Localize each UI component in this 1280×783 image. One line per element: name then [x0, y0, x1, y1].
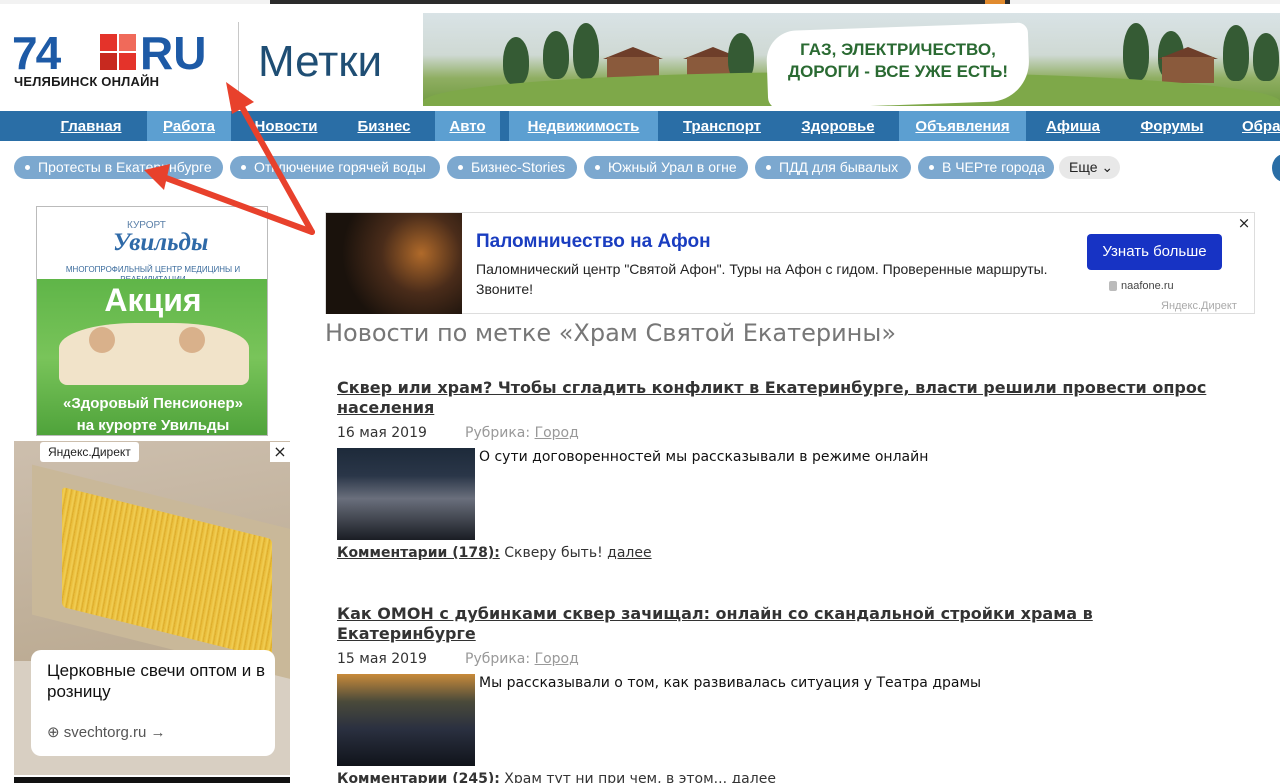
comments-link[interactable]: Комментарии (245): [337, 771, 500, 783]
ad-line-2: на курорте Увильды [76, 417, 230, 434]
ad-bottom-strip [14, 777, 290, 783]
nav-item-auto[interactable]: Авто [435, 111, 500, 141]
article-date: 15 мая 2019 [337, 651, 427, 667]
ad-promo: Акция [104, 282, 202, 318]
news-heading: Новости по метке «Храм Святой Екатерины» [325, 319, 897, 347]
more-link[interactable]: далее [732, 771, 776, 783]
tag-cherte[interactable]: В ЧЕРте города [918, 156, 1054, 179]
site-logo[interactable]: 74 RU ЧЕЛЯБИНСК ОНЛАЙН [12, 30, 222, 96]
logo-domain: RU [140, 27, 207, 79]
nav-item-education[interactable]: Обра [1232, 111, 1280, 141]
nav-item-health[interactable]: Здоровье [786, 111, 890, 141]
chevron-down-icon: ⌄ [1097, 159, 1114, 175]
direct-ad[interactable]: Паломничество на Афон Паломнический цент… [325, 212, 1255, 314]
nav-item-home[interactable]: Главная [44, 111, 138, 141]
article-image[interactable] [337, 448, 475, 540]
comments-link[interactable]: Комментарии (178): [337, 545, 500, 561]
ad-text: Паломнический центр "Святой Афон". Туры … [476, 261, 1048, 297]
rubric-link[interactable]: Город [535, 425, 579, 441]
article-lead: Мы рассказывали о том, как развивалась с… [479, 675, 982, 691]
page-title: Метки [258, 37, 383, 86]
tag-pdd[interactable]: ПДД для бывалых [755, 156, 911, 179]
link-globe-icon: ⊕ [47, 724, 64, 741]
uvildy-ad[interactable]: КУРОРТ Увильды МНОГОПРОФИЛЬНЫЙ ЦЕНТР МЕД… [36, 206, 268, 436]
ad-line-1: «Здоровый Пенсионер» [63, 395, 243, 412]
article-rubric: Рубрика: Город [465, 651, 579, 667]
logo-number: 74 [12, 27, 61, 79]
tag-protests[interactable]: Протесты в Екатеринбурге [14, 156, 223, 179]
article-rubric: Рубрика: Город [465, 425, 579, 441]
lock-icon [1109, 281, 1117, 291]
ad-domain[interactable]: naafone.ru [1121, 279, 1174, 293]
ad-network-label: Яндекс.Директ [1161, 300, 1237, 312]
ad-card-title: Церковные свечи оптом и в розницу [47, 661, 266, 701]
rubric-link[interactable]: Город [535, 651, 579, 667]
ad-card[interactable]: Церковные свечи оптом и в розницу ⊕ svec… [31, 650, 275, 756]
nav-item-transport[interactable]: Транспорт [667, 111, 777, 141]
tags-more-button[interactable]: Еще ⌄ [1059, 156, 1120, 179]
news-article: Как ОМОН с дубинками сквер зачищал: онла… [337, 604, 1237, 783]
nav-item-news[interactable]: Новости [240, 111, 332, 141]
banner-text: ГАЗ, ЭЛЕКТРИЧЕСТВО, ДОРОГИ - ВСЕ УЖЕ ЕСТ… [787, 40, 1009, 81]
user-circle-icon[interactable] [1272, 154, 1280, 182]
close-icon[interactable]: × [270, 442, 290, 462]
ad-network-label: Яндекс.Директ [40, 442, 139, 462]
nav-item-business[interactable]: Бизнес [342, 111, 426, 141]
ad-church-image [326, 213, 462, 314]
article-comments: Комментарии (245): Храм тут ни при чем, … [337, 770, 776, 783]
more-link[interactable]: далее [607, 545, 651, 561]
nav-item-jobs[interactable]: Работа [147, 111, 231, 141]
article-image[interactable] [337, 674, 475, 766]
tag-hot-water[interactable]: Отключение горячей воды [230, 156, 440, 179]
nav-item-forums[interactable]: Форумы [1122, 111, 1222, 141]
article-title-link[interactable]: Как ОМОН с дубинками сквер зачищал: онла… [337, 604, 1227, 644]
logo-subtitle: ЧЕЛЯБИНСК ОНЛАЙН [14, 74, 160, 89]
main-nav: Главная Работа Новости Бизнес Авто Недви… [0, 111, 1280, 141]
header-divider [238, 22, 239, 104]
article-date: 16 мая 2019 [337, 425, 427, 441]
news-article: Сквер или храм? Чтобы сгладить конфликт … [337, 378, 1237, 561]
ad-people-image [59, 323, 249, 385]
top-strip [0, 0, 1280, 4]
nav-item-classifieds[interactable]: Объявления [899, 111, 1026, 141]
logo-squares-icon [100, 34, 136, 70]
ad-title[interactable]: Паломничество на Афон [476, 231, 711, 253]
learn-more-button[interactable]: Узнать больше [1087, 234, 1222, 270]
arrow-head-icon [226, 82, 254, 114]
ad-brand: Увильды [113, 229, 209, 256]
article-comments: Комментарии (178): Скверу быть! далее [337, 545, 652, 561]
article-lead: О сути договоренностей мы рассказывали в… [479, 449, 929, 465]
tag-south-ural-fire[interactable]: Южный Урал в огне [584, 156, 748, 179]
nav-item-afisha[interactable]: Афиша [1035, 111, 1111, 141]
candles-ad[interactable]: Яндекс.Директ × Церковные свечи оптом и … [14, 441, 290, 775]
tag-business-stories[interactable]: Бизнес-Stories [447, 156, 577, 179]
article-title-link[interactable]: Сквер или храм? Чтобы сгладить конфликт … [337, 378, 1227, 418]
header-banner-ad[interactable]: ГАЗ, ЭЛЕКТРИЧЕСТВО, ДОРОГИ - ВСЕ УЖЕ ЕСТ… [423, 13, 1280, 106]
ad-card-link[interactable]: ⊕ svechtorg.ru → [47, 724, 165, 742]
close-icon[interactable]: × [1236, 214, 1252, 232]
nav-item-realty[interactable]: Недвижимость [509, 111, 658, 141]
